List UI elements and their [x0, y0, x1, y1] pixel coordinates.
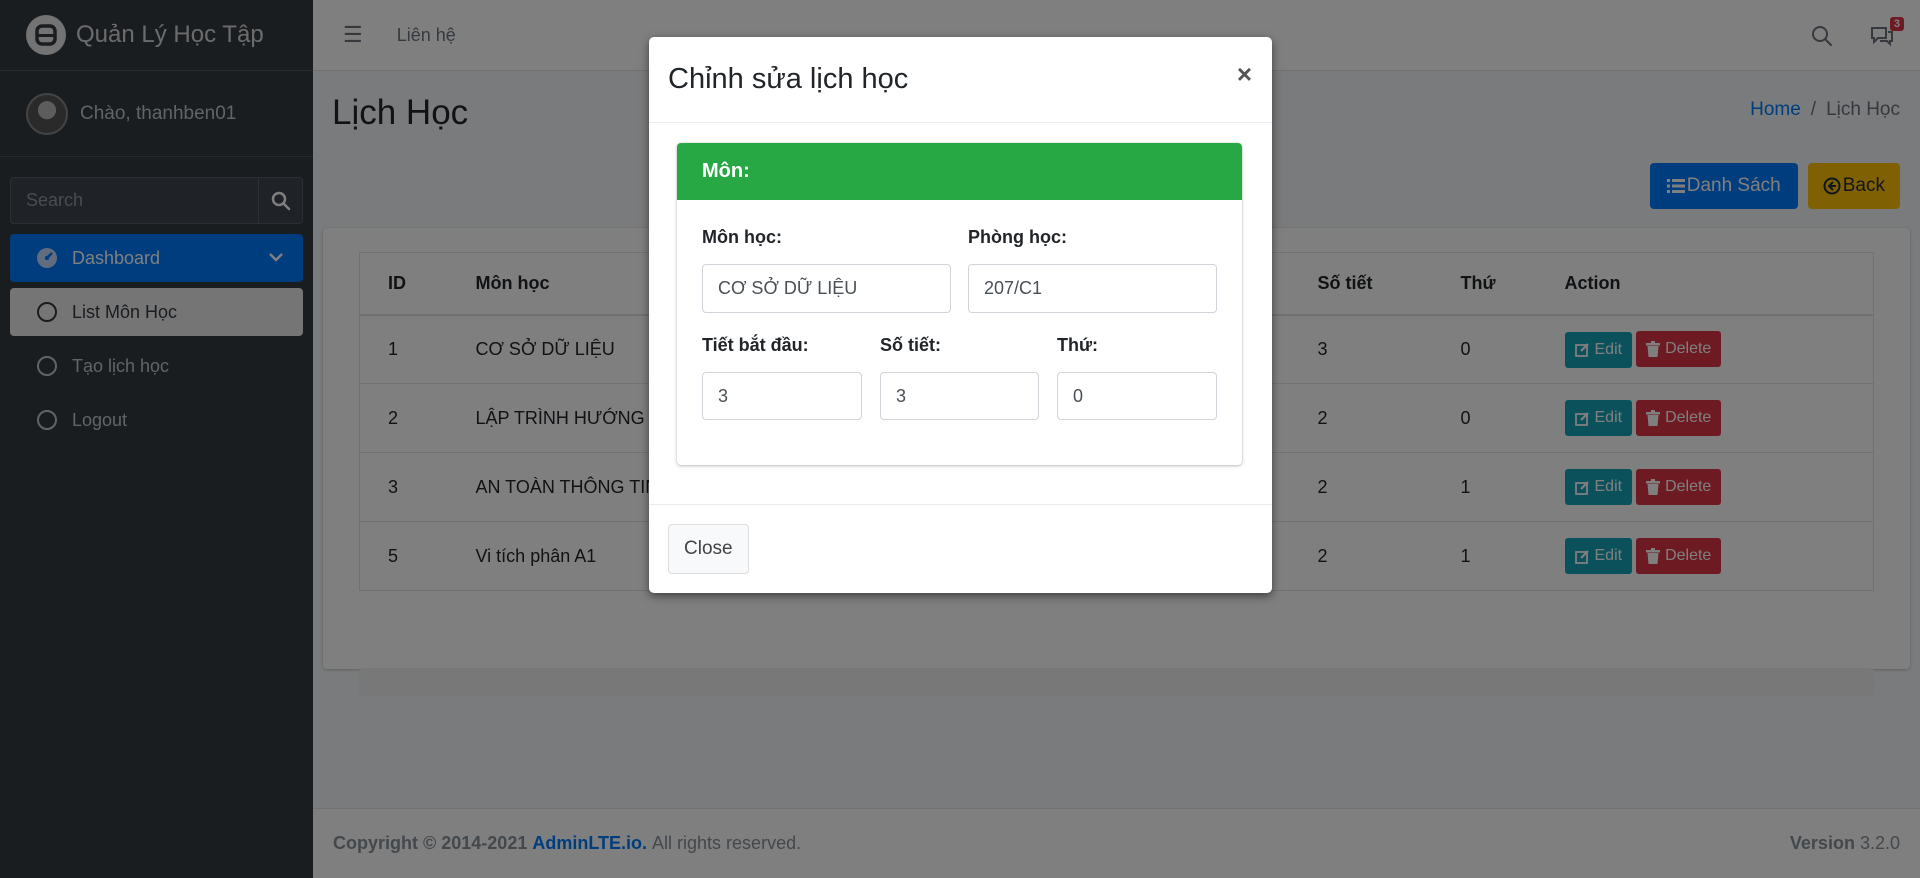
- day-field[interactable]: 0: [1057, 372, 1217, 420]
- periods-field-label: Số tiết:: [880, 335, 941, 355]
- subject-field-label: Môn học:: [702, 227, 782, 247]
- start-period-field-label: Tiết bắt đầu:: [702, 335, 809, 355]
- room-field[interactable]: 207/C1: [968, 264, 1217, 313]
- modal-title: Chỉnh sửa lịch học: [668, 63, 909, 95]
- modal-footer: Close: [649, 504, 1272, 593]
- close-icon[interactable]: ×: [1237, 59, 1252, 90]
- periods-field[interactable]: 3: [880, 372, 1039, 420]
- subject-field[interactable]: CƠ SỞ DỮ LIỆU: [702, 264, 951, 313]
- day-field-label: Thứ:: [1057, 335, 1099, 355]
- subject-card: Môn: Môn học: CƠ SỞ DỮ LIỆU Phòng học: 2…: [677, 143, 1242, 465]
- edit-schedule-modal: Chỉnh sửa lịch học × Môn: Môn học: CƠ SỞ…: [649, 37, 1272, 593]
- modal-header: Chỉnh sửa lịch học: [649, 37, 1272, 123]
- room-field-label: Phòng học:: [968, 227, 1067, 247]
- subject-card-header: Môn:: [677, 143, 1242, 200]
- start-period-field[interactable]: 3: [702, 372, 862, 420]
- close-button[interactable]: Close: [668, 524, 749, 574]
